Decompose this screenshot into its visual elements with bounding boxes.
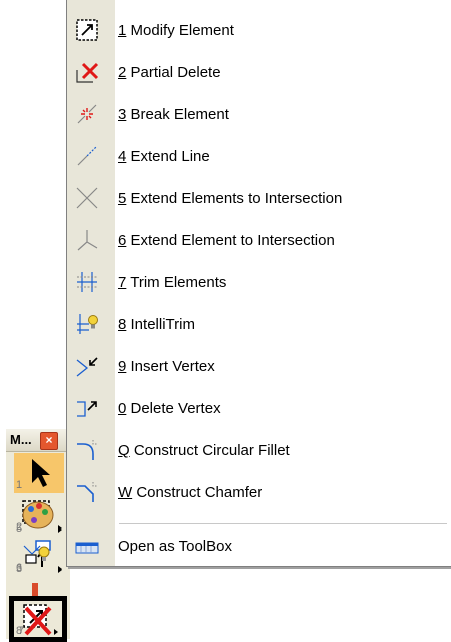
menu-item-break-element[interactable]: 3 Break Element (67, 94, 451, 134)
toolbox-button-number: 1 (16, 479, 23, 491)
menu-item-intellitrim[interactable]: 8 IntelliTrim (67, 304, 451, 344)
toolbox-titlebar[interactable]: M... × (6, 429, 70, 452)
toolbox-button-partial-delete[interactable]: 8 (14, 600, 64, 639)
menu-label-text: IntelliTrim (126, 316, 195, 333)
menu-item-chamfer[interactable]: W Construct Chamfer (67, 472, 451, 512)
menu-item-circular-fillet[interactable]: Q Construct Circular Fillet (67, 430, 451, 470)
menu-item-open-as-toolbox[interactable]: Open as ToolBox (67, 528, 451, 566)
menu-label-text: Break Element (126, 106, 229, 123)
menu-item-extend-element-intersection[interactable]: 6 Extend Element to Intersection (67, 220, 451, 260)
menu-label-text: Delete Vertex (126, 400, 221, 417)
extend-element-intersection-icon (77, 230, 98, 251)
modify-menu: 1 Modify Element 2 Partial Delete 3 Brea… (66, 0, 451, 567)
circular-fillet-icon (77, 440, 97, 460)
break-element-icon (77, 104, 97, 124)
close-icon[interactable]: × (40, 432, 58, 450)
toolbox-button-palette[interactable]: 5 (14, 497, 64, 537)
menu-item-extend-elements-intersection[interactable]: 5 Extend Elements to Intersection (67, 178, 451, 218)
open-as-toolbox-label: Open as ToolBox (118, 538, 232, 555)
toolbox-button-number: 5 (16, 523, 23, 535)
partial-delete-icon (76, 62, 99, 83)
menu-separator (119, 523, 447, 524)
modify-element-icon (76, 19, 98, 41)
delete-vertex-icon (77, 401, 97, 417)
menu-item-modify-element[interactable]: 1 Modify Element (67, 10, 451, 50)
menu-label-text: Extend Element to Intersection (126, 232, 335, 249)
trim-elements-icon (77, 272, 97, 292)
menu-item-delete-vertex[interactable]: 0 Delete Vertex (67, 388, 451, 428)
menu-item-partial-delete[interactable]: 2 Partial Delete (67, 52, 451, 92)
menu-label-text: Construct Circular Fillet (129, 442, 290, 459)
toolbox-button-number: 6 (16, 562, 23, 574)
menu-label-text: Extend Line (126, 148, 210, 165)
intellitrim-icon (77, 314, 98, 334)
extend-elements-intersection-icon (76, 187, 98, 209)
menu-label-text: Trim Elements (126, 274, 227, 291)
menu-hotkey: W (118, 484, 133, 501)
menu-hotkey: Q (118, 442, 130, 459)
toolbox-button-select[interactable]: 1 (14, 453, 64, 493)
chamfer-icon (77, 482, 97, 502)
menu-label-text: Extend Elements to Intersection (126, 190, 343, 207)
menu-item-extend-line[interactable]: 4 Extend Line (67, 136, 451, 176)
menu-label-text: Partial Delete (126, 64, 221, 81)
insert-vertex-icon (76, 357, 98, 377)
menu-label-text: Construct Chamfer (132, 484, 263, 501)
menu-item-insert-vertex[interactable]: 9 Insert Vertex (67, 346, 451, 386)
menu-label-text: Insert Vertex (126, 358, 215, 375)
toolbox-button-number: 8 (16, 625, 23, 637)
flyout-arrow-icon (58, 566, 62, 572)
toolbox-title: M... (10, 432, 32, 447)
menu-item-trim-elements[interactable]: 7 Trim Elements (67, 262, 451, 302)
menu-label-text: Modify Element (126, 22, 234, 39)
flyout-arrow-icon (58, 527, 62, 533)
extend-line-icon (77, 146, 97, 166)
toolbox-button-intellitrim[interactable]: 6 (14, 540, 64, 576)
toolbox-icon (75, 542, 99, 554)
